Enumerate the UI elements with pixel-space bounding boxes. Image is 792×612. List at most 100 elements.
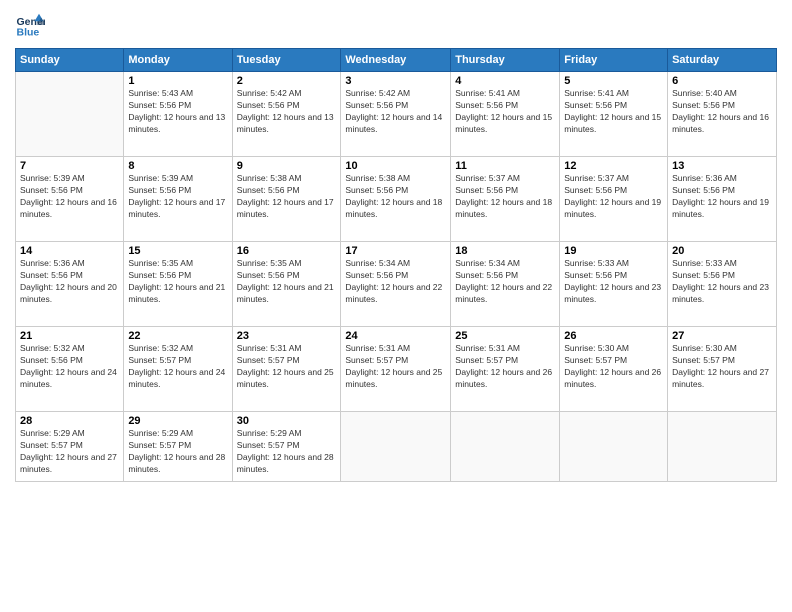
calendar-cell — [668, 412, 777, 482]
day-info: Sunrise: 5:35 AMSunset: 5:56 PMDaylight:… — [128, 258, 227, 306]
calendar-cell: 14Sunrise: 5:36 AMSunset: 5:56 PMDayligh… — [16, 242, 124, 327]
calendar-cell — [560, 412, 668, 482]
calendar-cell: 29Sunrise: 5:29 AMSunset: 5:57 PMDayligh… — [124, 412, 232, 482]
calendar-cell: 11Sunrise: 5:37 AMSunset: 5:56 PMDayligh… — [451, 157, 560, 242]
day-info: Sunrise: 5:41 AMSunset: 5:56 PMDaylight:… — [455, 88, 555, 136]
day-info: Sunrise: 5:41 AMSunset: 5:56 PMDaylight:… — [564, 88, 663, 136]
calendar-week-row: 21Sunrise: 5:32 AMSunset: 5:56 PMDayligh… — [16, 327, 777, 412]
calendar-cell: 28Sunrise: 5:29 AMSunset: 5:57 PMDayligh… — [16, 412, 124, 482]
weekday-header-tuesday: Tuesday — [232, 49, 341, 72]
day-number: 29 — [128, 415, 227, 427]
calendar-cell — [341, 412, 451, 482]
weekday-header-saturday: Saturday — [668, 49, 777, 72]
svg-text:Blue: Blue — [17, 27, 40, 39]
day-info: Sunrise: 5:34 AMSunset: 5:56 PMDaylight:… — [455, 258, 555, 306]
day-info: Sunrise: 5:37 AMSunset: 5:56 PMDaylight:… — [455, 173, 555, 221]
day-number: 26 — [564, 330, 663, 342]
day-info: Sunrise: 5:38 AMSunset: 5:56 PMDaylight:… — [237, 173, 337, 221]
day-info: Sunrise: 5:29 AMSunset: 5:57 PMDaylight:… — [237, 428, 337, 476]
day-info: Sunrise: 5:30 AMSunset: 5:57 PMDaylight:… — [672, 343, 772, 391]
calendar-cell: 7Sunrise: 5:39 AMSunset: 5:56 PMDaylight… — [16, 157, 124, 242]
header: General Blue — [15, 10, 777, 40]
day-info: Sunrise: 5:39 AMSunset: 5:56 PMDaylight:… — [20, 173, 119, 221]
weekday-header-thursday: Thursday — [451, 49, 560, 72]
weekday-header-monday: Monday — [124, 49, 232, 72]
calendar-cell: 13Sunrise: 5:36 AMSunset: 5:56 PMDayligh… — [668, 157, 777, 242]
day-info: Sunrise: 5:31 AMSunset: 5:57 PMDaylight:… — [455, 343, 555, 391]
day-info: Sunrise: 5:33 AMSunset: 5:56 PMDaylight:… — [672, 258, 772, 306]
calendar-cell: 20Sunrise: 5:33 AMSunset: 5:56 PMDayligh… — [668, 242, 777, 327]
calendar-cell: 27Sunrise: 5:30 AMSunset: 5:57 PMDayligh… — [668, 327, 777, 412]
calendar-cell: 10Sunrise: 5:38 AMSunset: 5:56 PMDayligh… — [341, 157, 451, 242]
day-number: 23 — [237, 330, 337, 342]
weekday-header-wednesday: Wednesday — [341, 49, 451, 72]
day-number: 8 — [128, 160, 227, 172]
calendar-cell: 3Sunrise: 5:42 AMSunset: 5:56 PMDaylight… — [341, 72, 451, 157]
weekday-header-friday: Friday — [560, 49, 668, 72]
calendar-cell — [451, 412, 560, 482]
day-number: 28 — [20, 415, 119, 427]
calendar-cell: 5Sunrise: 5:41 AMSunset: 5:56 PMDaylight… — [560, 72, 668, 157]
day-info: Sunrise: 5:37 AMSunset: 5:56 PMDaylight:… — [564, 173, 663, 221]
calendar-cell: 2Sunrise: 5:42 AMSunset: 5:56 PMDaylight… — [232, 72, 341, 157]
calendar-cell: 8Sunrise: 5:39 AMSunset: 5:56 PMDaylight… — [124, 157, 232, 242]
calendar-cell: 23Sunrise: 5:31 AMSunset: 5:57 PMDayligh… — [232, 327, 341, 412]
day-number: 17 — [345, 245, 446, 257]
day-number: 9 — [237, 160, 337, 172]
day-number: 3 — [345, 75, 446, 87]
day-number: 30 — [237, 415, 337, 427]
day-number: 19 — [564, 245, 663, 257]
day-info: Sunrise: 5:39 AMSunset: 5:56 PMDaylight:… — [128, 173, 227, 221]
day-info: Sunrise: 5:43 AMSunset: 5:56 PMDaylight:… — [128, 88, 227, 136]
logo: General Blue — [15, 10, 49, 40]
day-number: 25 — [455, 330, 555, 342]
day-number: 21 — [20, 330, 119, 342]
day-info: Sunrise: 5:42 AMSunset: 5:56 PMDaylight:… — [237, 88, 337, 136]
calendar-cell: 1Sunrise: 5:43 AMSunset: 5:56 PMDaylight… — [124, 72, 232, 157]
day-number: 20 — [672, 245, 772, 257]
calendar-cell: 12Sunrise: 5:37 AMSunset: 5:56 PMDayligh… — [560, 157, 668, 242]
day-info: Sunrise: 5:31 AMSunset: 5:57 PMDaylight:… — [237, 343, 337, 391]
day-info: Sunrise: 5:29 AMSunset: 5:57 PMDaylight:… — [128, 428, 227, 476]
calendar-week-row: 14Sunrise: 5:36 AMSunset: 5:56 PMDayligh… — [16, 242, 777, 327]
day-info: Sunrise: 5:31 AMSunset: 5:57 PMDaylight:… — [345, 343, 446, 391]
weekday-header-row: SundayMondayTuesdayWednesdayThursdayFrid… — [16, 49, 777, 72]
day-info: Sunrise: 5:30 AMSunset: 5:57 PMDaylight:… — [564, 343, 663, 391]
calendar-week-row: 1Sunrise: 5:43 AMSunset: 5:56 PMDaylight… — [16, 72, 777, 157]
day-number: 13 — [672, 160, 772, 172]
day-number: 14 — [20, 245, 119, 257]
calendar-cell — [16, 72, 124, 157]
weekday-header-sunday: Sunday — [16, 49, 124, 72]
day-number: 22 — [128, 330, 227, 342]
page: General Blue SundayMondayTuesdayWednesda… — [0, 0, 792, 612]
day-info: Sunrise: 5:32 AMSunset: 5:56 PMDaylight:… — [20, 343, 119, 391]
calendar-cell: 21Sunrise: 5:32 AMSunset: 5:56 PMDayligh… — [16, 327, 124, 412]
day-number: 7 — [20, 160, 119, 172]
day-info: Sunrise: 5:35 AMSunset: 5:56 PMDaylight:… — [237, 258, 337, 306]
day-number: 4 — [455, 75, 555, 87]
day-number: 15 — [128, 245, 227, 257]
calendar-cell: 24Sunrise: 5:31 AMSunset: 5:57 PMDayligh… — [341, 327, 451, 412]
day-number: 12 — [564, 160, 663, 172]
calendar-cell: 22Sunrise: 5:32 AMSunset: 5:57 PMDayligh… — [124, 327, 232, 412]
calendar-week-row: 7Sunrise: 5:39 AMSunset: 5:56 PMDaylight… — [16, 157, 777, 242]
calendar-cell: 26Sunrise: 5:30 AMSunset: 5:57 PMDayligh… — [560, 327, 668, 412]
calendar-cell: 16Sunrise: 5:35 AMSunset: 5:56 PMDayligh… — [232, 242, 341, 327]
day-info: Sunrise: 5:42 AMSunset: 5:56 PMDaylight:… — [345, 88, 446, 136]
calendar-week-row: 28 Sunrise: 5:29 AMSunset: 5:57 PMDayligh… — [16, 412, 777, 482]
day-number: 11 — [455, 160, 555, 172]
calendar-cell: 15Sunrise: 5:35 AMSunset: 5:56 PMDayligh… — [124, 242, 232, 327]
day-number: 2 — [237, 75, 337, 87]
day-info: Sunrise: 5:36 AMSunset: 5:56 PMDaylight:… — [672, 173, 772, 221]
day-number: 1 — [128, 75, 227, 87]
calendar-table: SundayMondayTuesdayWednesdayThursdayFrid… — [15, 48, 777, 482]
calendar-cell: 4Sunrise: 5:41 AMSunset: 5:56 PMDaylight… — [451, 72, 560, 157]
calendar-cell: 19Sunrise: 5:33 AMSunset: 5:56 PMDayligh… — [560, 242, 668, 327]
calendar-cell: 17Sunrise: 5:34 AMSunset: 5:56 PMDayligh… — [341, 242, 451, 327]
calendar-cell: 6Sunrise: 5:40 AMSunset: 5:56 PMDaylight… — [668, 72, 777, 157]
day-number: 16 — [237, 245, 337, 257]
day-number: 10 — [345, 160, 446, 172]
day-info: Sunrise: 5:38 AMSunset: 5:56 PMDaylight:… — [345, 173, 446, 221]
calendar-cell: 18Sunrise: 5:34 AMSunset: 5:56 PMDayligh… — [451, 242, 560, 327]
day-number: 6 — [672, 75, 772, 87]
